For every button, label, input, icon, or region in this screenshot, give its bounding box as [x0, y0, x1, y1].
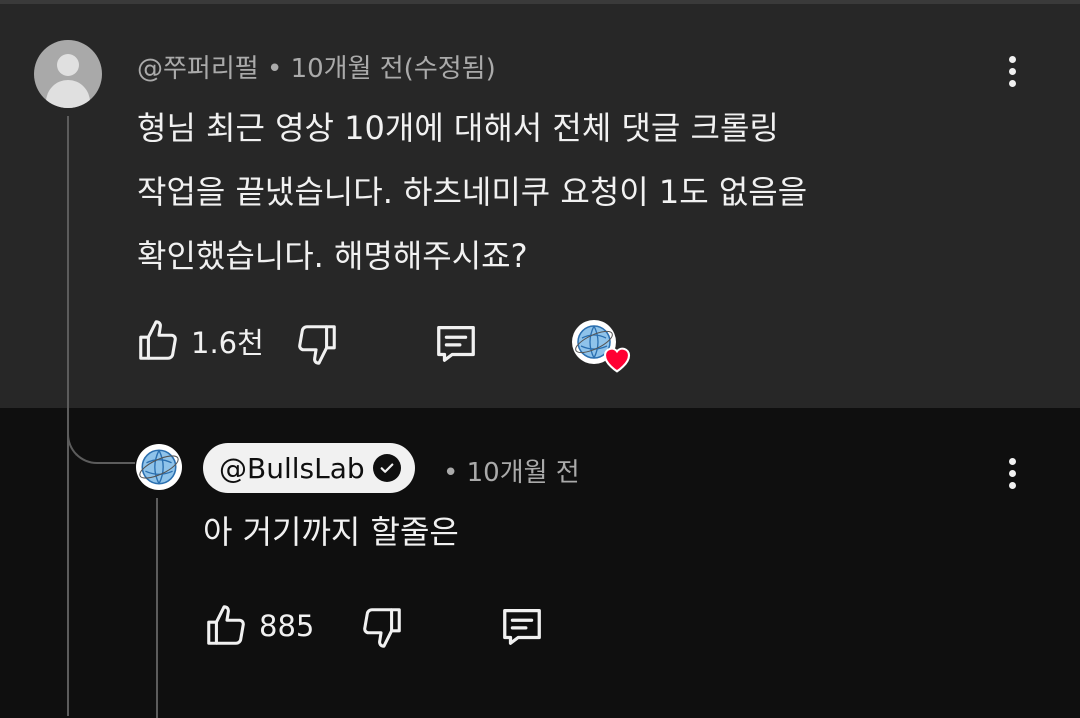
more-vert-icon[interactable]	[1007, 56, 1017, 96]
like-button[interactable]: 1.6천	[135, 318, 264, 364]
commenter-avatar[interactable]	[34, 40, 102, 108]
verified-check-icon	[372, 454, 401, 482]
top-comment: @쭈퍼리펄 • 10개월 전(수정됨) 형님 최근 영상 10개에 대해서 전체…	[0, 0, 1080, 408]
dislike-button[interactable]	[294, 321, 340, 367]
thread-connector-lower	[67, 456, 69, 716]
thumbs-down-icon	[363, 608, 401, 648]
like-count: 1.6천	[191, 326, 264, 360]
reply-reply-button[interactable]	[498, 603, 546, 649]
thread-branch	[67, 400, 135, 464]
reply-time[interactable]: 10개월 전	[467, 458, 580, 488]
comment-time[interactable]: 10개월 전(수정됨)	[291, 54, 496, 84]
meta-separator: •	[443, 458, 459, 488]
meta-separator: •	[266, 54, 283, 84]
comment-meta: @쭈퍼리펄 • 10개월 전(수정됨)	[137, 48, 496, 85]
top-divider	[0, 0, 1080, 4]
reply-thread-line	[156, 498, 158, 718]
reply-dislike-button[interactable]	[359, 604, 405, 650]
reply-author: @BullsLab	[219, 451, 365, 485]
comment-author[interactable]: @쭈퍼리펄	[137, 54, 259, 84]
thumbs-up-icon	[139, 320, 177, 360]
reply-like-count: 885	[259, 609, 315, 643]
reply-text: 아 거기까지 할줄은	[203, 513, 459, 551]
reply-like-button[interactable]: 885	[203, 603, 314, 649]
globe-logo-icon	[139, 449, 179, 485]
reply-avatar[interactable]	[136, 444, 182, 490]
thumbs-up-icon	[207, 605, 245, 645]
reply-meta: • 10개월 전	[443, 452, 580, 489]
reply-icon	[437, 326, 475, 362]
comment-text: 형님 최근 영상 10개에 대해서 전체 댓글 크롤링 작업을 끝냈습니다. 하…	[137, 96, 957, 288]
heart-icon	[603, 347, 631, 373]
reply-button[interactable]	[432, 320, 480, 366]
creator-author-badge[interactable]: @BullsLab	[203, 443, 415, 493]
comment-line: 확인했습니다. 해명해주시죠?	[137, 237, 528, 275]
comment-line: 형님 최근 영상 10개에 대해서 전체 댓글 크롤링	[137, 109, 779, 147]
comment-line: 작업을 끝냈습니다. 하츠네미쿠 요청이 1도 없음을	[137, 173, 808, 211]
reply-icon	[503, 609, 541, 645]
avatar-body-shape	[46, 80, 90, 108]
more-vert-icon[interactable]	[1007, 458, 1017, 498]
avatar-head-shape	[57, 54, 79, 76]
thumbs-down-icon	[298, 325, 336, 365]
